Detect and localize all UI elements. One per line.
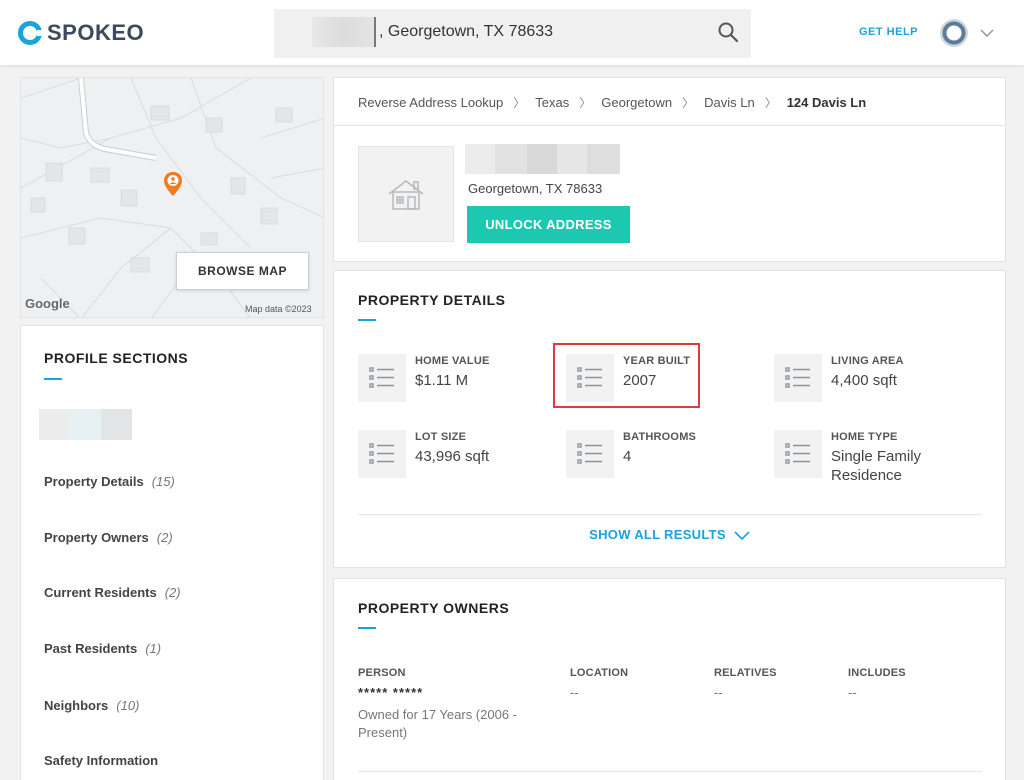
- section-count: (2): [156, 530, 173, 545]
- map-attribution[interactable]: Map data ©2023: [245, 304, 312, 314]
- column-relatives: RELATIVES: [714, 667, 777, 679]
- detail-value: 43,996 sqft: [415, 448, 490, 465]
- title-accent: [358, 627, 376, 629]
- spokeo-logo[interactable]: SPOKEO: [18, 20, 144, 46]
- property-owners-card: PROPERTY OWNERS PERSON LOCATION RELATIVE…: [333, 578, 1006, 780]
- search-value: , Georgetown, TX 78633: [379, 23, 554, 40]
- detail-label: LIVING AREA: [831, 355, 904, 367]
- detail-value: 4,400 sqft: [831, 372, 897, 389]
- divider: [358, 771, 982, 772]
- section-count: (10): [116, 698, 140, 713]
- property-details-title: PROPERTY DETAILS: [358, 292, 506, 308]
- title-accent: [44, 378, 62, 380]
- column-includes: INCLUDES: [848, 667, 906, 679]
- section-count: (1): [145, 641, 162, 656]
- breadcrumb-current: 124 Davis Ln: [786, 95, 867, 110]
- search-input[interactable]: , Georgetown, TX 78633: [274, 9, 751, 58]
- detail-value: Single Family Residence: [831, 448, 922, 484]
- detail-label: HOME VALUE: [415, 355, 490, 367]
- owner-location: --: [570, 685, 579, 700]
- list-icon: [566, 430, 614, 478]
- browse-map-button[interactable]: BROWSE MAP: [176, 252, 309, 290]
- section-link-property-owners[interactable]: Property Owners (2): [44, 530, 173, 545]
- top-header: SPOKEO , Georgetown, TX 78633 GET HELP: [0, 0, 1024, 66]
- profile-sections-title: PROFILE SECTIONS: [44, 350, 189, 366]
- section-label: Property Owners: [44, 530, 149, 545]
- show-all-results-button[interactable]: SHOW ALL RESULTS: [334, 527, 1005, 542]
- profile-sections-panel: PROFILE SECTIONS Property Details (15) Pr…: [20, 325, 324, 780]
- house-icon: [388, 180, 424, 210]
- blurred-street-address: [465, 144, 620, 174]
- section-label: Current Residents: [44, 585, 157, 600]
- divider: [334, 125, 1005, 126]
- section-count: (15): [151, 474, 175, 489]
- text-caret: [374, 17, 376, 47]
- section-label: Safety Information: [44, 753, 159, 768]
- chevron-down-icon[interactable]: [978, 24, 996, 42]
- breadcrumb-georgetown[interactable]: Georgetown: [601, 95, 672, 110]
- chevron-right-icon: 〉: [579, 96, 592, 110]
- breadcrumb-davis-ln[interactable]: Davis Ln: [704, 95, 755, 110]
- section-link-current-residents[interactable]: Current Residents (2): [44, 585, 181, 600]
- column-person: PERSON: [358, 667, 406, 679]
- owner-duration: Owned for 17 Years (2006 - Present): [358, 707, 517, 740]
- section-link-safety-information[interactable]: Safety Information: [44, 753, 158, 768]
- section-label: Neighbors: [44, 698, 109, 713]
- chevron-right-icon: 〉: [764, 96, 777, 110]
- year-built-highlight: [553, 343, 700, 408]
- list-icon: [774, 354, 822, 402]
- list-icon: [774, 430, 822, 478]
- owner-name[interactable]: ***** *****: [358, 685, 423, 700]
- avatar[interactable]: [940, 19, 968, 47]
- detail-label: HOME TYPE: [831, 431, 898, 443]
- title-accent: [358, 319, 376, 321]
- owner-includes: --: [848, 685, 857, 700]
- google-logo: Google: [25, 296, 70, 311]
- property-details-card: PROPERTY DETAILS HOME VALUE $1.11 M YEAR…: [333, 270, 1006, 568]
- detail-label: LOT SIZE: [415, 431, 467, 443]
- chevron-right-icon: 〉: [513, 96, 526, 110]
- unlock-address-button[interactable]: UNLOCK ADDRESS: [467, 206, 630, 243]
- section-label: Property Details: [44, 474, 144, 489]
- address-city: Georgetown, TX 78633: [468, 181, 603, 196]
- column-location: LOCATION: [570, 667, 629, 679]
- owner-relatives: --: [714, 685, 723, 700]
- list-icon: [358, 430, 406, 478]
- detail-value: 4: [623, 448, 632, 465]
- chevron-right-icon: 〉: [682, 96, 695, 110]
- detail-label: BATHROOMS: [623, 431, 697, 443]
- get-help-link[interactable]: GET HELP: [859, 26, 918, 38]
- blurred-street: [312, 17, 374, 47]
- section-link-property-details[interactable]: Property Details (15): [44, 474, 175, 489]
- chevron-down-icon: [734, 530, 750, 540]
- search-icon[interactable]: [717, 21, 739, 43]
- show-all-label: SHOW ALL RESULTS: [589, 527, 726, 542]
- house-thumbnail: [358, 146, 454, 242]
- logo-text: SPOKEO: [47, 20, 145, 45]
- divider: [358, 514, 982, 515]
- section-label: Past Residents: [44, 641, 138, 656]
- property-owners-title: PROPERTY OWNERS: [358, 600, 510, 616]
- breadcrumb-reverse-lookup[interactable]: Reverse Address Lookup: [358, 95, 503, 110]
- breadcrumb: Reverse Address Lookup 〉 Texas 〉 Georget…: [358, 94, 866, 111]
- blurred-content: [39, 409, 132, 440]
- section-link-past-residents[interactable]: Past Residents (1): [44, 641, 161, 656]
- list-icon: [358, 354, 406, 402]
- detail-value: $1.11 M: [415, 372, 469, 389]
- logo-mark-icon: [18, 21, 43, 45]
- section-link-neighbors[interactable]: Neighbors (10): [44, 698, 139, 713]
- map-pin-icon: [164, 172, 182, 196]
- section-count: (2): [164, 585, 181, 600]
- map-panel[interactable]: BROWSE MAP Google Map data ©2023: [20, 77, 324, 318]
- address-card: Reverse Address Lookup 〉 Texas 〉 Georget…: [333, 77, 1006, 262]
- breadcrumb-texas[interactable]: Texas: [535, 95, 569, 110]
